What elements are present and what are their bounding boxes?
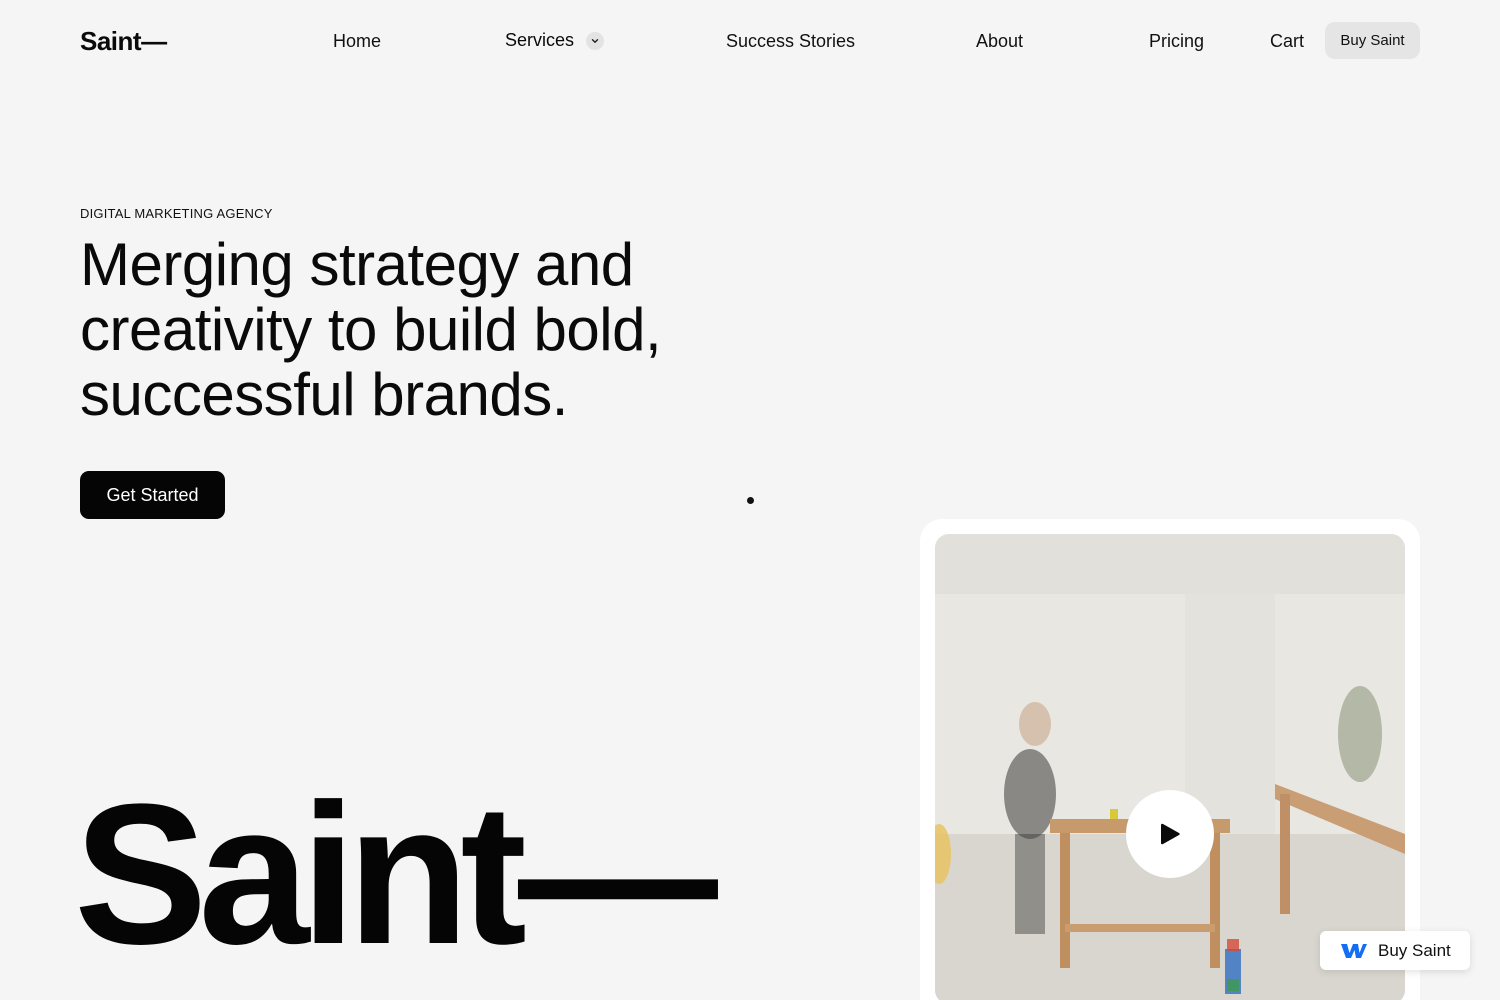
headline-line: Merging strategy and <box>80 231 634 298</box>
headline-line: successful brands. <box>80 361 568 428</box>
get-started-button[interactable]: Get Started <box>80 471 225 519</box>
badge-label: Buy Saint <box>1378 940 1451 960</box>
nav-success-stories-link[interactable]: Success Stories <box>726 31 855 52</box>
hero-eyebrow: DIGITAL MARKETING AGENCY <box>80 206 273 221</box>
play-button[interactable] <box>1126 790 1214 878</box>
nav-about-link[interactable]: About <box>976 31 1023 52</box>
nav-pricing-link[interactable]: Pricing <box>1149 31 1204 52</box>
nav-services-dropdown[interactable]: Services <box>505 30 605 51</box>
video-card <box>920 519 1420 1000</box>
headline-line: creativity to build bold, <box>80 296 662 363</box>
buy-saint-badge[interactable]: Buy Saint <box>1320 931 1470 970</box>
top-navigation: Saint— Home Services Success Stories Abo… <box>0 0 1500 82</box>
site-logo[interactable]: Saint— <box>80 26 167 57</box>
play-icon <box>1161 823 1180 845</box>
nav-cart-link[interactable]: Cart <box>1270 31 1304 52</box>
nav-services-label: Services <box>505 30 575 50</box>
webflow-logo-icon <box>1341 943 1367 958</box>
chevron-down-icon <box>586 31 605 50</box>
hero-wordmark: Saint— <box>74 763 718 986</box>
nav-home-link[interactable]: Home <box>333 31 381 52</box>
buy-saint-button[interactable]: Buy Saint <box>1325 22 1420 59</box>
cursor-dot <box>747 497 754 504</box>
hero-headline: Merging strategy and creativity to build… <box>80 232 780 427</box>
